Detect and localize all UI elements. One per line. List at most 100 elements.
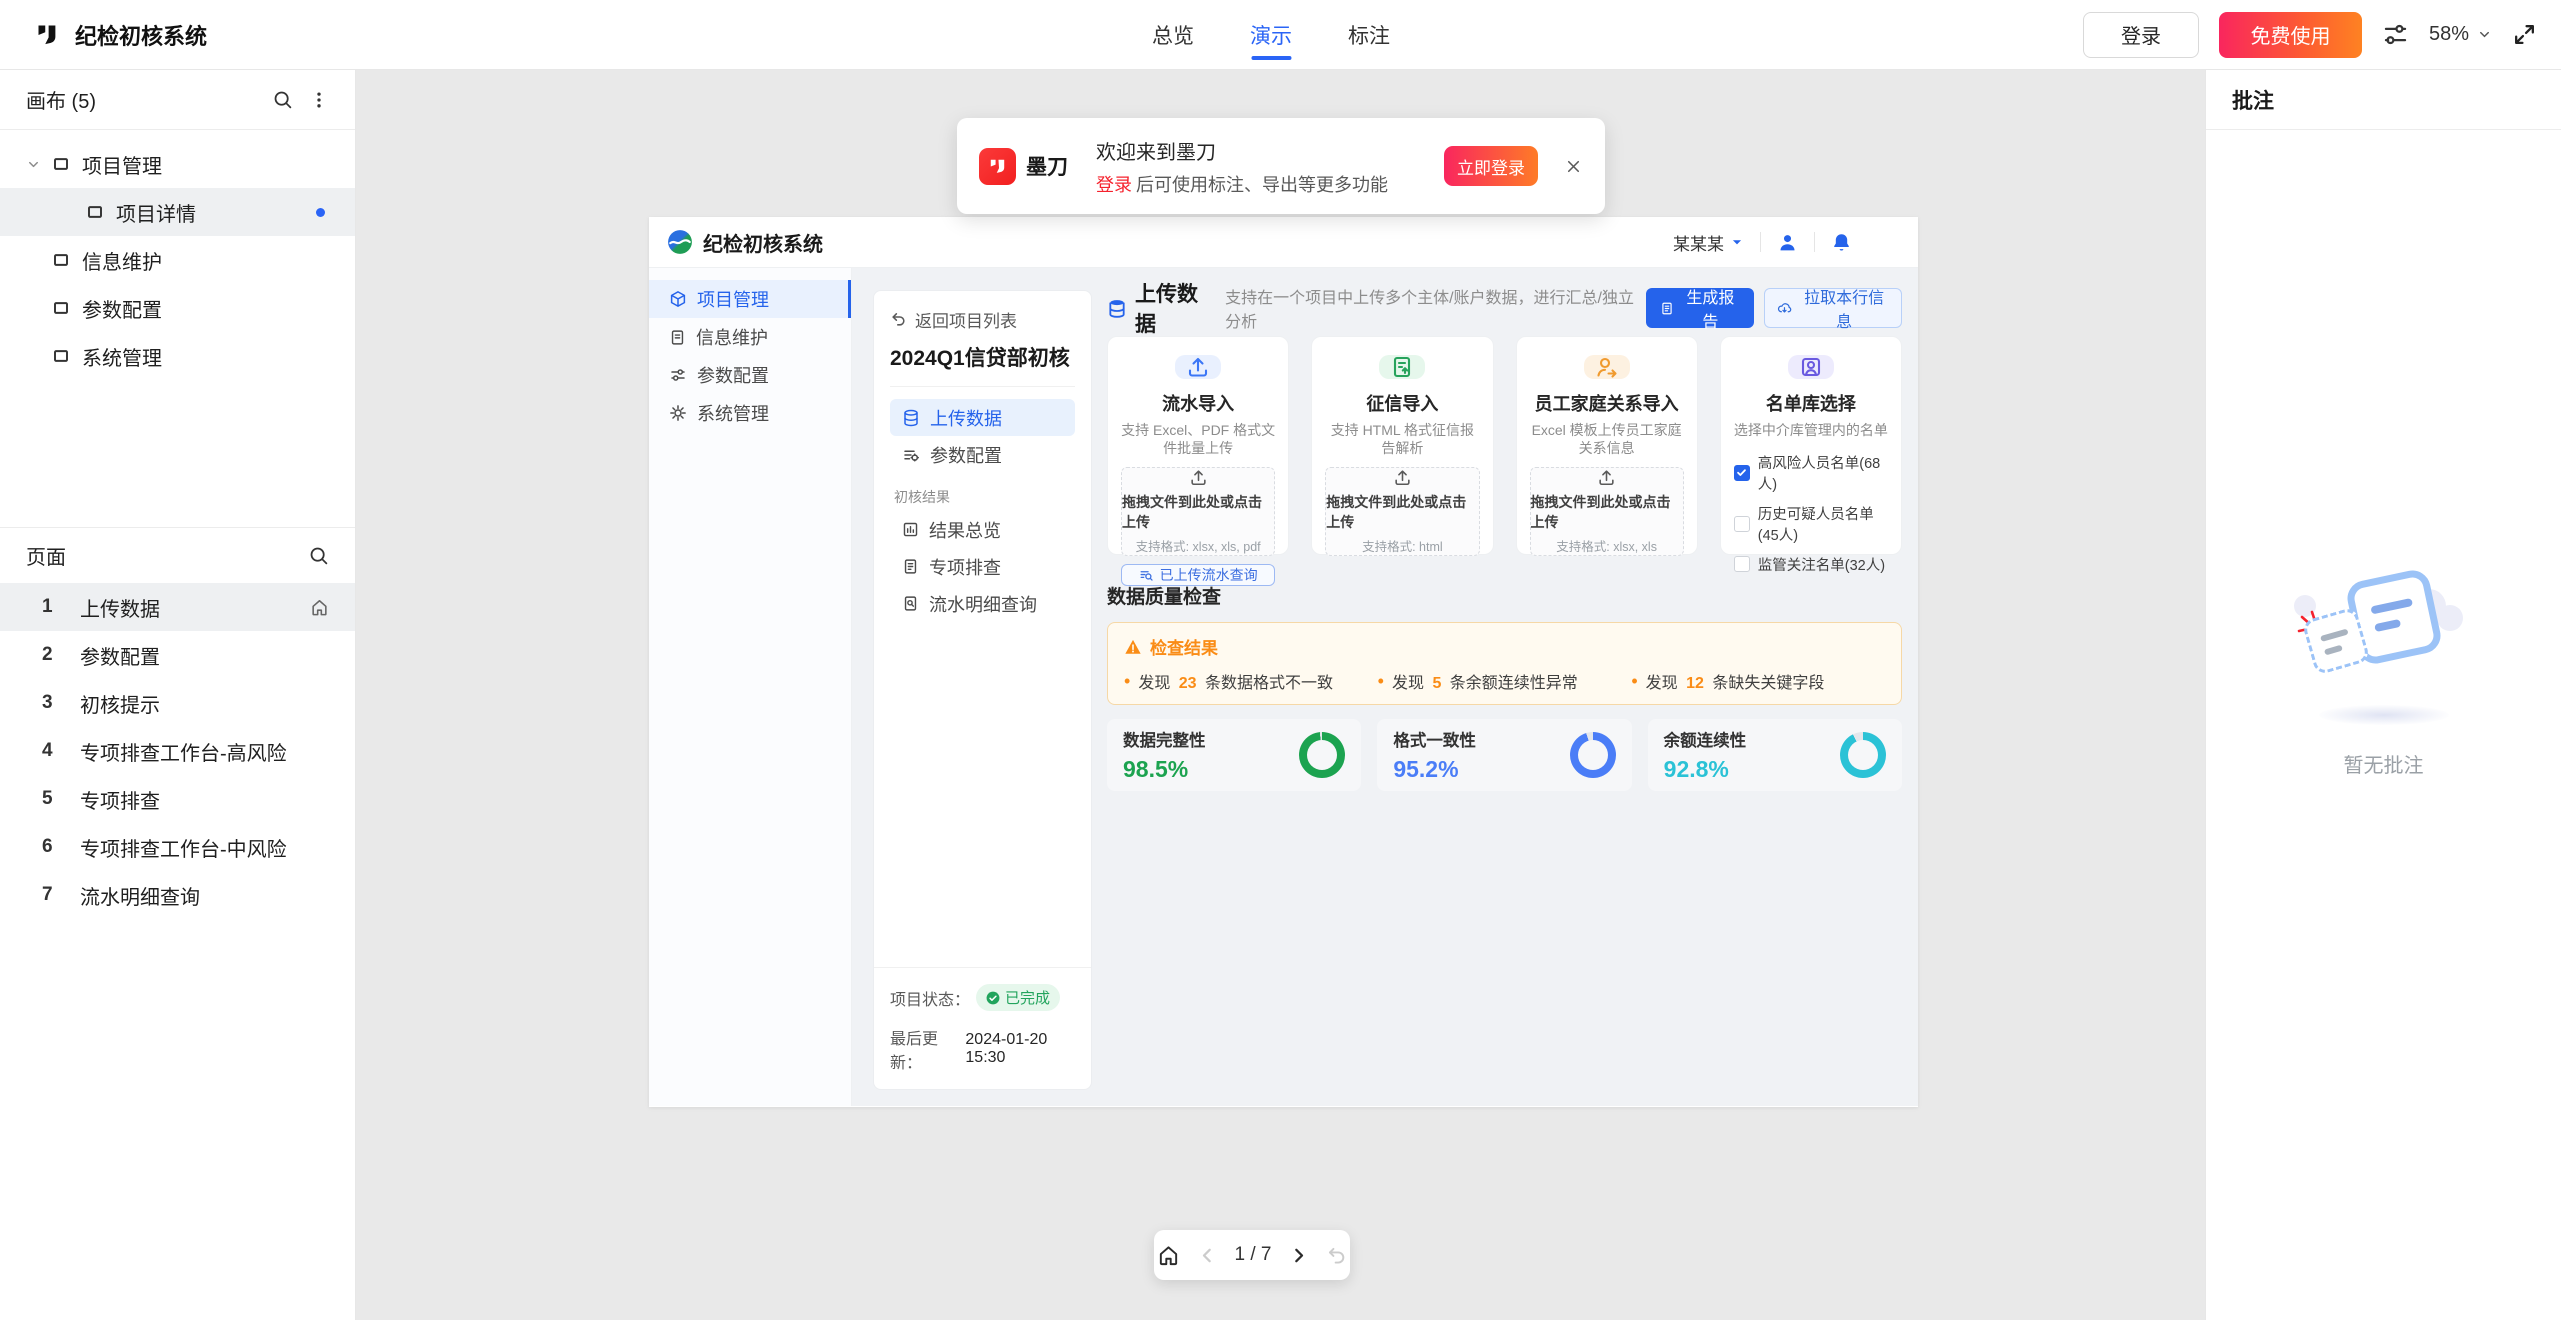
dropzone-text: 拖拽文件到此处或点击上传 — [1122, 492, 1274, 532]
nav-item-信息维护[interactable]: 信息维护 — [649, 318, 851, 356]
list-option[interactable]: 高风险人员名单(68人) — [1734, 452, 1888, 494]
person-add-icon — [1584, 355, 1630, 379]
system-logo-icon — [667, 229, 693, 255]
page-label: 专项排查工作台-中风险 — [80, 833, 287, 862]
user-menu[interactable]: 某某某 — [1673, 230, 1744, 255]
menu-item-流水明细查询[interactable]: 流水明细查询 — [890, 585, 1075, 622]
generate-report-button[interactable]: 生成报告 — [1646, 288, 1755, 328]
annotations-title: 批注 — [2206, 70, 2561, 130]
nav-item-项目管理[interactable]: 项目管理 — [649, 280, 851, 318]
frame-icon — [52, 299, 70, 317]
status-label: 项目状态： — [890, 986, 970, 1010]
doc-icon — [669, 329, 686, 346]
search-icon[interactable] — [308, 545, 329, 566]
upload-content: 上传数据 支持在一个项目中上传多个主体/账户数据，进行汇总/独立分析 生成报告 … — [1107, 290, 1902, 791]
free-use-button[interactable]: 免费使用 — [2219, 12, 2362, 58]
check-icon — [986, 991, 1000, 1005]
checkbox-unchecked[interactable] — [1734, 516, 1750, 532]
upload-icon — [1393, 468, 1412, 487]
tab-总览[interactable]: 总览 — [1152, 0, 1194, 69]
close-icon[interactable] — [1564, 157, 1583, 176]
file-dropzone[interactable]: 拖拽文件到此处或点击上传支持格式: xlsx, xls, pdf — [1121, 467, 1275, 556]
page-item-7[interactable]: 7流水明细查询 — [0, 871, 355, 919]
pages-label: 页面 — [26, 541, 66, 570]
check-result-box: 检查结果 •发现 23 条数据格式不一致•发现 5 条余额连续性异常•发现 12… — [1107, 622, 1902, 705]
fetch-bank-info-button[interactable]: 拉取本行信息 — [1764, 288, 1902, 328]
page-item-3[interactable]: 3初核提示 — [0, 679, 355, 727]
metric-texts: 格式一致性95.2% — [1393, 727, 1476, 783]
bullet-icon: • — [1631, 671, 1637, 692]
zoom-control[interactable]: 58% — [2429, 23, 2492, 46]
login-button[interactable]: 登录 — [2083, 12, 2199, 58]
tree-item-项目管理[interactable]: 项目管理 — [0, 140, 355, 188]
canvas-count-label: 画布 (5) — [26, 85, 96, 114]
upload-icon — [1175, 355, 1221, 379]
checkbox-checked[interactable] — [1734, 465, 1750, 481]
bullet-icon: • — [1124, 671, 1130, 692]
card-title: 员工家庭关系导入 — [1535, 390, 1679, 416]
card-title: 名单库选择 — [1766, 390, 1856, 416]
topbar-tabs: 总览演示标注 — [1152, 0, 1390, 69]
annotations-sidebar: 批注 暂无批注 — [2205, 70, 2561, 1320]
option-label: 高风险人员名单(68人) — [1758, 452, 1888, 494]
tree-item-项目详情[interactable]: 项目详情 — [0, 188, 355, 236]
page-item-6[interactable]: 6专项排查工作台-中风险 — [0, 823, 355, 871]
warning-icon — [1124, 638, 1142, 656]
checkbox-unchecked[interactable] — [1734, 556, 1750, 572]
menu-item-上传数据[interactable]: 上传数据 — [890, 399, 1075, 436]
name-list-options: 高风险人员名单(68人) 历史可疑人员名单(45人) 监管关注名单(32人) — [1734, 452, 1888, 575]
mockup-side-nav: 项目管理信息维护参数配置系统管理 — [649, 268, 852, 1106]
replay-icon[interactable] — [1326, 1245, 1347, 1266]
frame-icon — [52, 251, 70, 269]
content-title: 上传数据 — [1135, 278, 1215, 338]
list-option[interactable]: 监管关注名单(32人) — [1734, 554, 1888, 575]
next-page-icon[interactable] — [1288, 1245, 1309, 1266]
result-section-label: 初核结果 — [894, 487, 1075, 507]
banner-login-link[interactable]: 登录 — [1096, 175, 1132, 195]
chevron-down-icon[interactable] — [26, 157, 41, 172]
tree-item-label: 项目管理 — [82, 150, 162, 179]
menu-item-专项排查[interactable]: 专项排查 — [890, 548, 1075, 585]
database-icon — [1107, 298, 1127, 319]
nav-item-参数配置[interactable]: 参数配置 — [649, 356, 851, 394]
topbar: 纪检初核系统 总览演示标注 登录 免费使用 58% — [0, 0, 2561, 70]
more-menu-icon[interactable] — [309, 90, 329, 110]
page-number: 1 — [42, 596, 53, 618]
bell-icon[interactable] — [1831, 232, 1852, 253]
page-item-2[interactable]: 2参数配置 — [0, 631, 355, 679]
empty-text: 暂无批注 — [2344, 749, 2424, 778]
preferences-icon[interactable] — [2382, 21, 2409, 48]
tab-标注[interactable]: 标注 — [1348, 0, 1390, 69]
login-now-button[interactable]: 立即登录 — [1444, 146, 1538, 186]
tab-演示[interactable]: 演示 — [1250, 0, 1292, 69]
page-item-1[interactable]: 1 上传数据 — [0, 583, 355, 631]
list-option[interactable]: 历史可疑人员名单(45人) — [1734, 503, 1888, 545]
tree-item-参数配置[interactable]: 参数配置 — [0, 284, 355, 332]
page-label: 上传数据 — [80, 593, 160, 622]
file-dropzone[interactable]: 拖拽文件到此处或点击上传支持格式: html — [1325, 467, 1479, 556]
search-icon[interactable] — [272, 89, 293, 110]
presentation-canvas: 墨刀 欢迎来到墨刀 登录后可使用标注、导出等更多功能 立即登录 纪检初核系统 — [356, 70, 2205, 1320]
user-icon[interactable] — [1777, 232, 1798, 253]
updated-label: 最后更新： — [890, 1025, 959, 1073]
dropdown-arrow-icon — [1730, 235, 1744, 249]
nav-item-系统管理[interactable]: 系统管理 — [649, 394, 851, 432]
menu-item-参数配置[interactable]: 参数配置 — [890, 436, 1075, 473]
page-label: 参数配置 — [80, 641, 160, 670]
page-label: 流水明细查询 — [80, 881, 200, 910]
fullscreen-icon[interactable] — [2512, 22, 2537, 47]
upload-cards-row: 流水导入支持 Excel、PDF 格式文件批量上传拖拽文件到此处或点击上传支持格… — [1107, 336, 1902, 555]
card-title: 流水导入 — [1162, 390, 1234, 416]
menu-item-结果总览[interactable]: 结果总览 — [890, 511, 1075, 548]
prev-page-icon[interactable] — [1197, 1245, 1218, 1266]
file-dropzone[interactable]: 拖拽文件到此处或点击上传支持格式: xlsx, xls — [1530, 467, 1684, 556]
tree-item-系统管理[interactable]: 系统管理 — [0, 332, 355, 380]
tree-item-label: 信息维护 — [82, 246, 162, 275]
page-item-4[interactable]: 4专项排查工作台-高风险 — [0, 727, 355, 775]
page-item-5[interactable]: 5专项排查 — [0, 775, 355, 823]
doc-search-icon — [902, 595, 919, 612]
home-icon[interactable] — [1157, 1244, 1180, 1267]
tree-item-label: 参数配置 — [82, 294, 162, 323]
tree-item-信息维护[interactable]: 信息维护 — [0, 236, 355, 284]
back-to-projects[interactable]: 返回项目列表 — [890, 307, 1075, 332]
